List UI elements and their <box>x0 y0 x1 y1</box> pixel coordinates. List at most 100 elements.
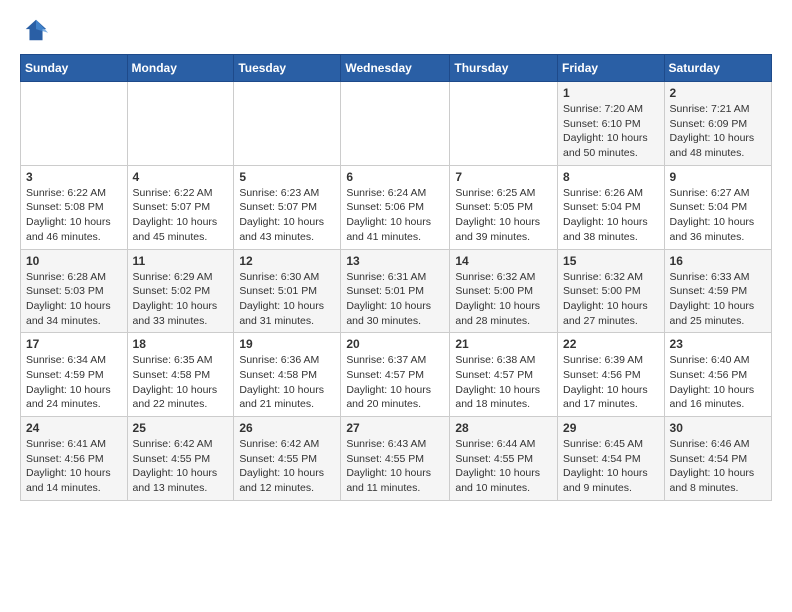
calendar-week-1: 1Sunrise: 7:20 AM Sunset: 6:10 PM Daylig… <box>21 82 772 166</box>
day-number: 30 <box>670 421 766 435</box>
day-number: 27 <box>346 421 444 435</box>
calendar-cell: 19 Sunrise: 6:36 AM Sunset: 4:58 PM Dayli… <box>234 333 341 417</box>
calendar-cell <box>450 82 558 166</box>
day-number: 10 <box>26 254 122 268</box>
day-info: Sunrise: 6:27 AM Sunset: 5:04 PM Dayligh… <box>670 186 766 245</box>
day-number: 28 <box>455 421 552 435</box>
day-number: 6 <box>346 170 444 184</box>
calendar-cell: 9 Sunrise: 6:27 AM Sunset: 5:04 PM Daylig… <box>664 165 771 249</box>
day-header-wednesday: Wednesday <box>341 55 450 82</box>
header <box>20 16 772 44</box>
day-info: Sunrise: 6:33 AM Sunset: 4:59 PM Dayligh… <box>670 270 766 329</box>
day-info: Sunrise: 6:43 AM Sunset: 4:55 PM Dayligh… <box>346 437 444 496</box>
day-info: Sunrise: 6:35 AM Sunset: 4:58 PM Dayligh… <box>133 353 229 412</box>
day-header-monday: Monday <box>127 55 234 82</box>
day-number: 11 <box>133 254 229 268</box>
day-number: 14 <box>455 254 552 268</box>
calendar-cell <box>234 82 341 166</box>
calendar-cell: 15Sunrise: 6:32 AM Sunset: 5:00 PM Dayli… <box>558 249 665 333</box>
calendar-cell: 16 Sunrise: 6:33 AM Sunset: 4:59 PM Dayli… <box>664 249 771 333</box>
calendar-cell: 13Sunrise: 6:31 AM Sunset: 5:01 PM Dayli… <box>341 249 450 333</box>
calendar-cell: 18Sunrise: 6:35 AM Sunset: 4:58 PM Dayli… <box>127 333 234 417</box>
day-info: Sunrise: 6:24 AM Sunset: 5:06 PM Dayligh… <box>346 186 444 245</box>
day-number: 4 <box>133 170 229 184</box>
day-number: 17 <box>26 337 122 351</box>
logo <box>20 16 50 44</box>
day-number: 13 <box>346 254 444 268</box>
calendar-cell: 10 Sunrise: 6:28 AM Sunset: 5:03 PM Dayli… <box>21 249 128 333</box>
calendar-cell: 28 Sunrise: 6:44 AM Sunset: 4:55 PM Dayli… <box>450 417 558 501</box>
day-info: Sunrise: 6:42 AM Sunset: 4:55 PM Dayligh… <box>239 437 335 496</box>
calendar-week-4: 17 Sunrise: 6:34 AM Sunset: 4:59 PM Dayli… <box>21 333 772 417</box>
day-number: 3 <box>26 170 122 184</box>
calendar-cell: 14 Sunrise: 6:32 AM Sunset: 5:00 PM Dayli… <box>450 249 558 333</box>
day-header-friday: Friday <box>558 55 665 82</box>
page: SundayMondayTuesdayWednesdayThursdayFrid… <box>0 0 792 517</box>
day-number: 22 <box>563 337 659 351</box>
day-number: 20 <box>346 337 444 351</box>
day-info: Sunrise: 6:44 AM Sunset: 4:55 PM Dayligh… <box>455 437 552 496</box>
calendar-cell <box>21 82 128 166</box>
calendar-cell: 1Sunrise: 7:20 AM Sunset: 6:10 PM Daylig… <box>558 82 665 166</box>
calendar-week-2: 3 Sunrise: 6:22 AM Sunset: 5:08 PM Daylig… <box>21 165 772 249</box>
day-info: Sunrise: 6:38 AM Sunset: 4:57 PM Dayligh… <box>455 353 552 412</box>
calendar-cell: 12Sunrise: 6:30 AM Sunset: 5:01 PM Dayli… <box>234 249 341 333</box>
day-info: Sunrise: 6:29 AM Sunset: 5:02 PM Dayligh… <box>133 270 229 329</box>
day-info: Sunrise: 6:32 AM Sunset: 5:00 PM Dayligh… <box>455 270 552 329</box>
day-number: 1 <box>563 86 659 100</box>
day-number: 5 <box>239 170 335 184</box>
calendar-cell: 30 Sunrise: 6:46 AM Sunset: 4:54 PM Dayli… <box>664 417 771 501</box>
day-header-thursday: Thursday <box>450 55 558 82</box>
day-info: Sunrise: 6:37 AM Sunset: 4:57 PM Dayligh… <box>346 353 444 412</box>
day-number: 7 <box>455 170 552 184</box>
calendar-cell: 7 Sunrise: 6:25 AM Sunset: 5:05 PM Daylig… <box>450 165 558 249</box>
day-info: Sunrise: 6:45 AM Sunset: 4:54 PM Dayligh… <box>563 437 659 496</box>
day-info: Sunrise: 6:41 AM Sunset: 4:56 PM Dayligh… <box>26 437 122 496</box>
day-header-saturday: Saturday <box>664 55 771 82</box>
calendar-cell: 29Sunrise: 6:45 AM Sunset: 4:54 PM Dayli… <box>558 417 665 501</box>
day-number: 24 <box>26 421 122 435</box>
calendar-week-5: 24 Sunrise: 6:41 AM Sunset: 4:56 PM Dayli… <box>21 417 772 501</box>
day-number: 9 <box>670 170 766 184</box>
calendar-cell: 20 Sunrise: 6:37 AM Sunset: 4:57 PM Dayli… <box>341 333 450 417</box>
calendar-table: SundayMondayTuesdayWednesdayThursdayFrid… <box>20 54 772 501</box>
calendar-cell: 8Sunrise: 6:26 AM Sunset: 5:04 PM Daylig… <box>558 165 665 249</box>
day-info: Sunrise: 6:28 AM Sunset: 5:03 PM Dayligh… <box>26 270 122 329</box>
day-number: 12 <box>239 254 335 268</box>
day-number: 23 <box>670 337 766 351</box>
day-info: Sunrise: 6:39 AM Sunset: 4:56 PM Dayligh… <box>563 353 659 412</box>
calendar-cell: 17 Sunrise: 6:34 AM Sunset: 4:59 PM Dayli… <box>21 333 128 417</box>
calendar-week-3: 10 Sunrise: 6:28 AM Sunset: 5:03 PM Dayli… <box>21 249 772 333</box>
day-info: Sunrise: 6:42 AM Sunset: 4:55 PM Dayligh… <box>133 437 229 496</box>
logo-icon <box>22 16 50 44</box>
calendar-cell: 26Sunrise: 6:42 AM Sunset: 4:55 PM Dayli… <box>234 417 341 501</box>
day-number: 21 <box>455 337 552 351</box>
calendar-cell: 11 Sunrise: 6:29 AM Sunset: 5:02 PM Dayli… <box>127 249 234 333</box>
day-info: Sunrise: 7:21 AM Sunset: 6:09 PM Dayligh… <box>670 102 766 161</box>
day-header-tuesday: Tuesday <box>234 55 341 82</box>
calendar-cell: 23 Sunrise: 6:40 AM Sunset: 4:56 PM Dayli… <box>664 333 771 417</box>
calendar-cell <box>341 82 450 166</box>
calendar-cell: 6 Sunrise: 6:24 AM Sunset: 5:06 PM Daylig… <box>341 165 450 249</box>
calendar-cell: 3 Sunrise: 6:22 AM Sunset: 5:08 PM Daylig… <box>21 165 128 249</box>
calendar-cell: 5 Sunrise: 6:23 AM Sunset: 5:07 PM Daylig… <box>234 165 341 249</box>
day-info: Sunrise: 6:22 AM Sunset: 5:07 PM Dayligh… <box>133 186 229 245</box>
day-info: Sunrise: 6:23 AM Sunset: 5:07 PM Dayligh… <box>239 186 335 245</box>
calendar-cell: 25 Sunrise: 6:42 AM Sunset: 4:55 PM Dayli… <box>127 417 234 501</box>
day-info: Sunrise: 6:22 AM Sunset: 5:08 PM Dayligh… <box>26 186 122 245</box>
calendar-cell: 2 Sunrise: 7:21 AM Sunset: 6:09 PM Daylig… <box>664 82 771 166</box>
day-info: Sunrise: 6:46 AM Sunset: 4:54 PM Dayligh… <box>670 437 766 496</box>
day-number: 25 <box>133 421 229 435</box>
calendar-cell: 27 Sunrise: 6:43 AM Sunset: 4:55 PM Dayli… <box>341 417 450 501</box>
day-info: Sunrise: 6:34 AM Sunset: 4:59 PM Dayligh… <box>26 353 122 412</box>
day-info: Sunrise: 6:36 AM Sunset: 4:58 PM Dayligh… <box>239 353 335 412</box>
day-info: Sunrise: 6:40 AM Sunset: 4:56 PM Dayligh… <box>670 353 766 412</box>
day-number: 15 <box>563 254 659 268</box>
day-number: 16 <box>670 254 766 268</box>
calendar-cell: 4 Sunrise: 6:22 AM Sunset: 5:07 PM Daylig… <box>127 165 234 249</box>
day-number: 2 <box>670 86 766 100</box>
day-info: Sunrise: 6:25 AM Sunset: 5:05 PM Dayligh… <box>455 186 552 245</box>
calendar-header-row: SundayMondayTuesdayWednesdayThursdayFrid… <box>21 55 772 82</box>
day-number: 19 <box>239 337 335 351</box>
day-info: Sunrise: 6:26 AM Sunset: 5:04 PM Dayligh… <box>563 186 659 245</box>
